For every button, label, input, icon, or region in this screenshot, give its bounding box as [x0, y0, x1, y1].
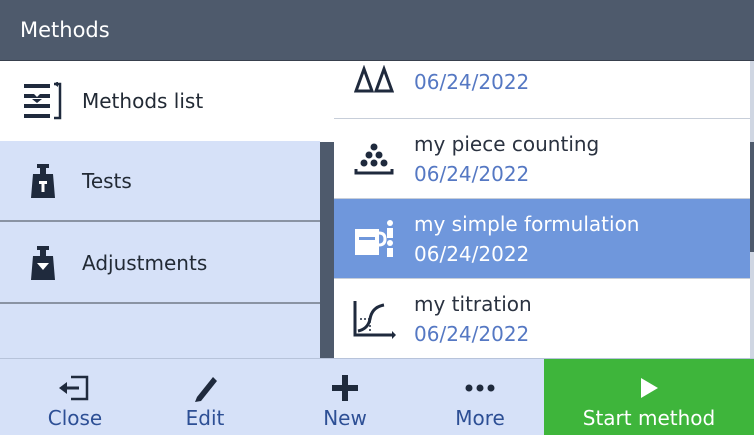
edit-button[interactable]: Edit [150, 359, 260, 435]
test-weight-icon [20, 163, 66, 199]
list-item[interactable]: 06/24/2022 [334, 61, 750, 119]
close-button[interactable]: Close [20, 359, 130, 435]
delta-delta-icon [334, 64, 414, 93]
sidebar: Methods list Tests Adjustments [0, 61, 334, 358]
method-name: my simple formulation [414, 211, 640, 236]
window-title: Methods [0, 0, 754, 61]
pencil-icon [191, 370, 219, 406]
sidebar-item-adjustments[interactable]: Adjustments [0, 224, 320, 304]
scrollbar-thumb[interactable] [750, 142, 754, 252]
sidebar-item-label: Methods list [82, 89, 204, 113]
adjustment-weight-icon [20, 245, 66, 281]
sidebar-item-label: Adjustments [82, 251, 208, 275]
close-button-label: Close [47, 406, 103, 430]
plus-icon [330, 370, 360, 406]
method-date: 06/24/2022 [414, 161, 530, 186]
list-item-selected[interactable]: my simple formulation 06/24/2022 [334, 199, 750, 279]
start-method-button-label: Start method [582, 406, 716, 430]
methods-list[interactable]: 06/24/2022 my piece counting 06/24/2022 [334, 61, 750, 358]
more-dots-icon [465, 370, 495, 406]
method-date: 06/24/2022 [414, 321, 530, 346]
play-icon [639, 370, 659, 406]
close-icon [59, 370, 91, 406]
formulation-icon [334, 219, 414, 259]
new-button[interactable]: New [290, 359, 400, 435]
list-item[interactable]: my titration 06/24/2022 [334, 279, 750, 358]
panel-divider [320, 142, 334, 358]
edit-button-label: Edit [185, 406, 225, 430]
sidebar-item-tests[interactable]: Tests [0, 142, 320, 222]
start-method-button[interactable]: Start method [544, 359, 754, 435]
methods-list-icon [20, 82, 66, 120]
method-name: my titration [414, 291, 532, 316]
more-button-label: More [455, 406, 505, 430]
method-date: 06/24/2022 [414, 69, 530, 94]
more-button[interactable]: More [420, 359, 540, 435]
sidebar-item-label: Tests [82, 169, 132, 193]
list-item[interactable]: my piece counting 06/24/2022 [334, 119, 750, 199]
method-date: 06/24/2022 [414, 241, 530, 266]
titration-icon [334, 299, 414, 339]
piece-counting-icon [334, 141, 414, 177]
method-name: my piece counting [414, 131, 600, 156]
sidebar-item-methods-list[interactable]: Methods list [0, 61, 334, 141]
new-button-label: New [323, 406, 367, 430]
bottom-toolbar: Close Edit New More Start method [0, 358, 754, 435]
